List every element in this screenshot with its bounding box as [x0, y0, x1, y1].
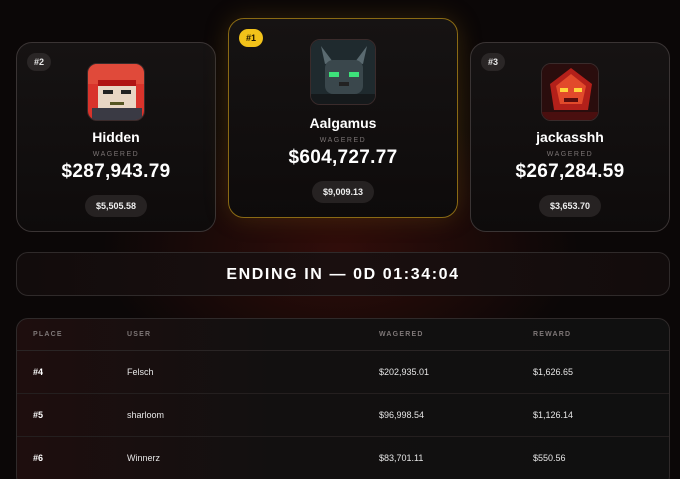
reward-pill: $5,505.58 — [84, 195, 148, 217]
avatar-dark-cat-icon — [311, 40, 375, 104]
table-row: #5 sharloom $96,998.54 $1,126.14 — [17, 394, 669, 437]
wagered-label: WAGERED — [92, 151, 140, 158]
header-wagered: WAGERED — [379, 331, 424, 338]
row-wagered: $96,998.54 — [379, 410, 425, 420]
row-reward: $550.56 — [533, 453, 566, 463]
avatar — [310, 39, 376, 105]
header-place: PLACE — [33, 331, 63, 338]
rank-badge: #2 — [27, 53, 52, 71]
wagered-amount: $267,284.59 — [515, 161, 625, 182]
reward-pill: $9,009.13 — [311, 181, 375, 203]
row-place: #6 — [33, 453, 44, 463]
row-place: #5 — [33, 410, 44, 420]
row-user: Felsch — [127, 367, 154, 377]
row-reward: $1,126.14 — [533, 410, 574, 420]
row-wagered: $83,701.11 — [379, 453, 424, 463]
podium-card-second: #2 Hidden WAGERED $287,943.79 $5,505.58 — [16, 42, 216, 232]
wagered-label: WAGERED — [546, 151, 594, 158]
avatar-red-mech-icon — [542, 64, 598, 120]
reward-pill: $3,653.70 — [538, 195, 602, 217]
wagered-amount: $604,727.77 — [288, 147, 398, 168]
table-row: #6 Winnerz $83,701.11 $550.56 — [17, 437, 669, 479]
username: jackasshh — [536, 129, 604, 145]
rank-badge: #1 — [239, 29, 264, 47]
header-reward: REWARD — [533, 331, 572, 338]
row-user: Winnerz — [127, 453, 161, 463]
row-wagered: $202,935.01 — [379, 367, 430, 377]
wagered-label: WAGERED — [319, 137, 367, 144]
avatar — [87, 63, 145, 121]
podium-card-third: #3 jackasshh WAGERED $267,284.59 $3,653.… — [470, 42, 670, 232]
avatar — [541, 63, 599, 121]
rank-badge: #3 — [481, 53, 506, 71]
countdown-banner: ENDING IN — 0D 01:34:04 — [16, 252, 670, 296]
username: Aalgamus — [309, 115, 377, 131]
row-user: sharloom — [127, 410, 165, 420]
table-header: PLACE USER WAGERED REWARD — [17, 319, 669, 351]
row-reward: $1,626.65 — [533, 367, 574, 377]
leaderboard-table: PLACE USER WAGERED REWARD #4 Felsch $202… — [16, 318, 670, 479]
wagered-amount: $287,943.79 — [61, 161, 171, 182]
table-row: #4 Felsch $202,935.01 $1,626.65 — [17, 351, 669, 394]
avatar-red-fighter-icon — [88, 64, 144, 120]
podium-card-first: #1 Aalgamus WAGERED $604,727.77 $9,009.1… — [228, 18, 458, 218]
row-place: #4 — [33, 367, 44, 377]
header-user: USER — [127, 331, 152, 338]
username: Hidden — [92, 129, 140, 145]
